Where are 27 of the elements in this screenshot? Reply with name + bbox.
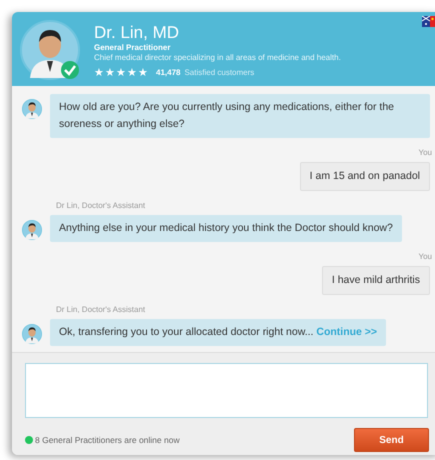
star-icon: ★: [94, 67, 104, 79]
star-icon: ★: [105, 67, 115, 79]
star-icon: ★: [116, 67, 126, 79]
message-bubble: I am 15 and on panadol: [300, 162, 430, 191]
avatar-icon: [22, 97, 42, 117]
message-bubble: Ok, transfering you to your allocated doctor right now... Continue >>: [50, 319, 386, 346]
star-icon: ★: [127, 67, 137, 79]
sender-label: Dr Lin, Doctor's Assistant: [56, 305, 146, 315]
sender-label: Dr Lin, Doctor's Assistant: [56, 201, 146, 211]
message-bubble: How old are you? Are you currently using any medications, either for the soreness or anything else?: [50, 94, 430, 138]
star-icon: ★: [138, 67, 148, 79]
avatar-icon: [22, 322, 42, 342]
customer-label: Satisfied customers: [184, 67, 254, 79]
message-bubble: Anything else in your medical history you think the Doctor should know?: [50, 215, 402, 242]
continue-link[interactable]: Continue >>: [316, 326, 378, 338]
message-input[interactable]: [25, 363, 428, 418]
customer-count: 41,478: [156, 67, 180, 79]
flag-icon: [422, 16, 435, 27]
doctor-description: Chief medical director specializing in all areas of medicine and health.: [94, 53, 341, 63]
sender-label: You: [418, 252, 432, 262]
send-button[interactable]: Send: [354, 428, 429, 452]
sender-label: You: [418, 148, 432, 158]
avatar-icon: [22, 218, 42, 238]
doctor-name: Dr. Lin, MD: [94, 23, 180, 43]
doctor-role: General Practitioner: [94, 43, 172, 53]
online-status: 8 General Practitioners are online now: [35, 434, 180, 446]
message-bubble: I have mild arthritis: [322, 266, 430, 295]
